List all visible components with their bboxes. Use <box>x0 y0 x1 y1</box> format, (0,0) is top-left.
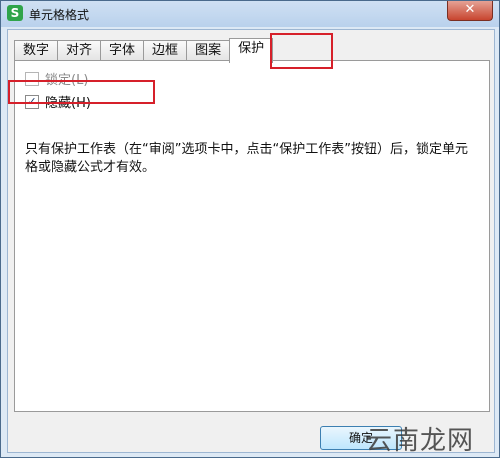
format-cells-dialog: S 单元格格式 ✕ 数字 对齐 字体 边框 图案 保护 锁定(L) ✓ 隐藏(H… <box>0 0 500 458</box>
protection-panel: 锁定(L) ✓ 隐藏(H) 只有保护工作表（在“审阅”选项卡中，点击“保护工作表… <box>14 60 490 412</box>
tab-strip: 数字 对齐 字体 边框 图案 保护 <box>14 38 274 63</box>
close-icon: ✕ <box>464 2 476 17</box>
tab-pattern[interactable]: 图案 <box>186 40 231 61</box>
tab-font[interactable]: 字体 <box>100 40 145 61</box>
tab-border[interactable]: 边框 <box>143 40 188 61</box>
protection-description: 只有保护工作表（在“审阅”选项卡中，点击“保护工作表”按钮）后，锁定单元格或隐藏… <box>25 142 468 175</box>
wps-logo-icon: S <box>7 5 23 21</box>
title-bar[interactable]: S 单元格格式 ✕ <box>1 1 499 27</box>
tab-protection[interactable]: 保护 <box>229 38 274 63</box>
watermark-text: 云南龙网 <box>366 426 475 456</box>
tab-alignment[interactable]: 对齐 <box>57 40 102 61</box>
hide-highlight-box <box>8 80 155 104</box>
tab-number[interactable]: 数字 <box>14 40 59 61</box>
close-button[interactable]: ✕ <box>447 1 493 21</box>
tab-highlight-box <box>270 33 333 69</box>
dialog-body: 数字 对齐 字体 边框 图案 保护 锁定(L) ✓ 隐藏(H) 只有保护工作表（… <box>7 29 495 453</box>
dialog-title: 单元格格式 <box>29 8 90 22</box>
